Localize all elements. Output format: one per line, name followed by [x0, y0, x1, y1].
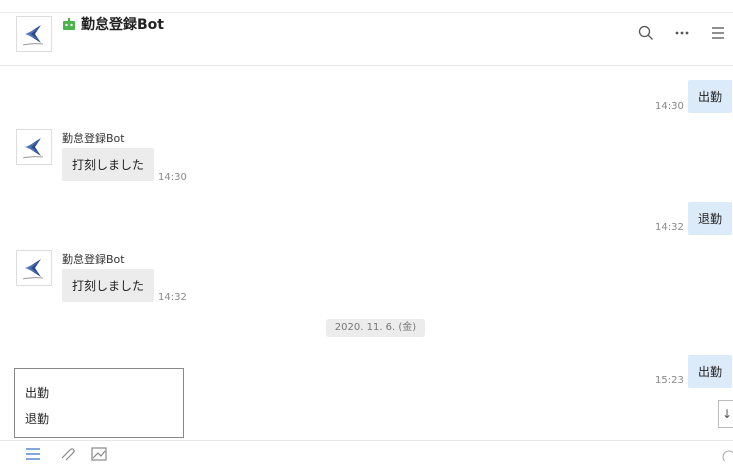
date-separator: 2020. 11. 6. (金)	[326, 319, 425, 337]
image-icon[interactable]	[90, 445, 110, 463]
attachment-icon[interactable]	[58, 445, 78, 463]
search-icon[interactable]	[635, 22, 657, 44]
quick-reply-option-clock-out[interactable]: 退勤	[25, 410, 49, 427]
top-bar	[0, 0, 733, 13]
message-time: 14:30	[655, 101, 684, 112]
message-time: 14:32	[655, 222, 684, 233]
chat-title: 勤怠登録Bot	[81, 17, 164, 33]
incoming-message: 打刻しました	[62, 269, 155, 302]
quick-reply-menu: 出勤 退勤	[14, 368, 184, 438]
message-time: 14:30	[158, 172, 187, 183]
bot-avatar[interactable]	[16, 129, 52, 165]
message-time: 15:23	[655, 375, 684, 386]
bot-logo-icon	[22, 138, 44, 159]
sender-name: 勤怠登録Bot	[62, 132, 125, 145]
scroll-to-bottom-button[interactable]: ↓	[718, 400, 733, 428]
outgoing-message: 出勤	[688, 80, 733, 113]
menu-icon[interactable]	[707, 22, 729, 44]
chat-header: 勤怠登録Bot	[0, 0, 733, 66]
bot-logo-icon	[22, 259, 44, 280]
outgoing-message: 出勤	[688, 355, 733, 388]
bot-avatar[interactable]	[16, 16, 52, 52]
sender-name: 勤怠登録Bot	[62, 253, 125, 266]
outgoing-message: 退勤	[688, 202, 733, 235]
bot-avatar[interactable]	[16, 250, 52, 286]
emoji-icon[interactable]	[716, 445, 733, 464]
input-toolbar	[0, 440, 733, 464]
bot-logo-icon	[22, 25, 44, 46]
list-icon[interactable]	[24, 445, 44, 463]
quick-reply-option-clock-in[interactable]: 出勤	[25, 384, 49, 401]
message-time: 14:32	[158, 292, 187, 303]
incoming-message: 打刻しました	[62, 148, 155, 181]
more-icon[interactable]	[671, 22, 693, 44]
robot-icon	[63, 18, 75, 30]
